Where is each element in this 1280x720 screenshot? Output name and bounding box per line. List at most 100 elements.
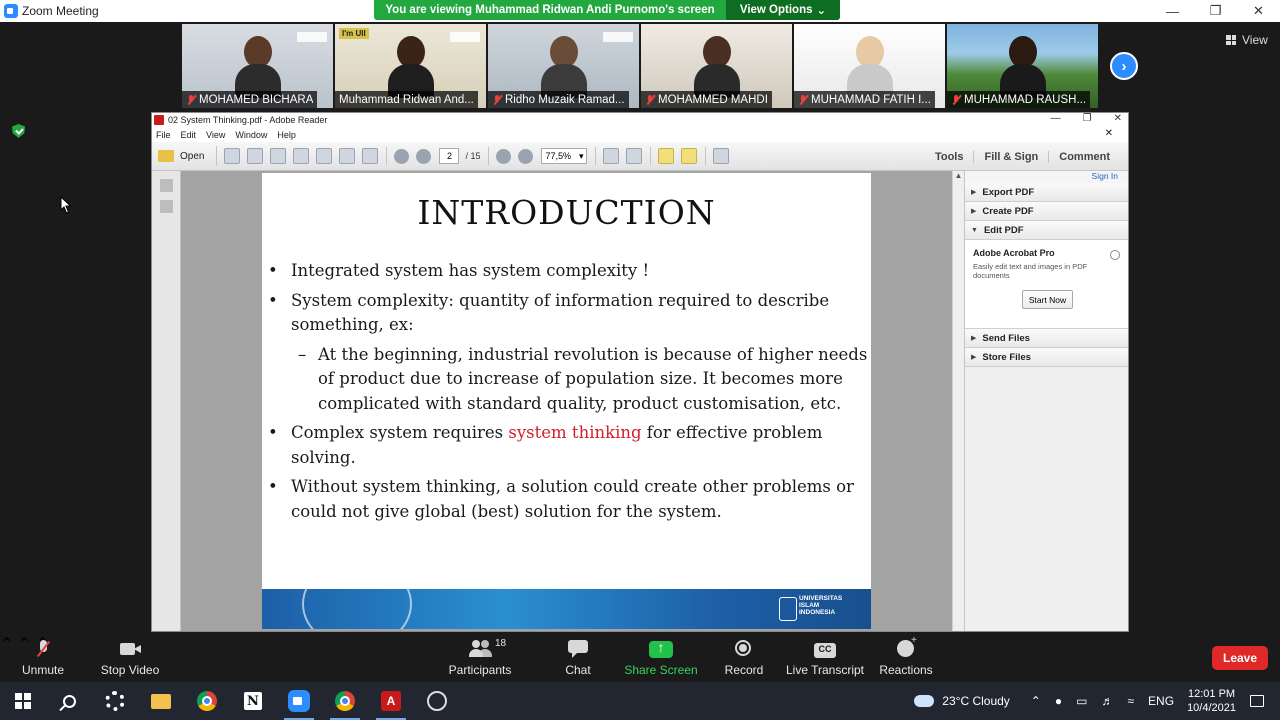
- taskbar-settings[interactable]: [92, 682, 138, 720]
- acrobat-pro-title: Adobe Acrobat Pro: [973, 248, 1055, 258]
- menu-window[interactable]: Window: [235, 130, 267, 140]
- reactions-button[interactable]: Reactions: [878, 634, 934, 682]
- edit-icon[interactable]: [270, 148, 287, 164]
- document-viewport[interactable]: INTRODUCTION Integrated system has syste…: [181, 171, 955, 631]
- save-icon[interactable]: [316, 148, 333, 164]
- start-now-button[interactable]: Start Now: [1022, 290, 1073, 309]
- email-icon[interactable]: [362, 148, 379, 164]
- participant-tile[interactable]: MOHAMED BICHARA: [182, 24, 333, 108]
- taskbar-chrome-profile[interactable]: [322, 682, 368, 720]
- open-button[interactable]: Open: [158, 146, 218, 166]
- fit-page-icon[interactable]: [603, 148, 620, 164]
- menu-file[interactable]: File: [156, 130, 171, 140]
- unmute-button[interactable]: Unmute: [18, 634, 68, 682]
- minimize-button[interactable]: —: [1151, 0, 1194, 22]
- previous-page-icon[interactable]: [394, 148, 410, 164]
- audio-options-caret-icon[interactable]: ⌃: [0, 636, 13, 653]
- vertical-scrollbar[interactable]: ▲: [952, 171, 964, 631]
- reader-minimize-button[interactable]: —: [1051, 113, 1061, 124]
- folder-icon: [151, 693, 171, 709]
- participant-name: MOHAMMED MAHDI: [658, 93, 768, 106]
- cloud-upload-icon[interactable]: [293, 148, 310, 164]
- attachments-icon[interactable]: [159, 200, 173, 213]
- participant-tile-active-speaker[interactable]: I'm UII Muhammad Ridwan And...: [335, 24, 486, 108]
- taskbar-file-explorer[interactable]: [138, 682, 184, 720]
- sticky-note-icon[interactable]: [658, 148, 675, 164]
- zoom-out-icon[interactable]: [496, 148, 512, 164]
- view-button[interactable]: View: [1226, 33, 1268, 47]
- expand-arrow-icon: ▶: [971, 189, 977, 196]
- wifi-icon[interactable]: ≈: [1127, 694, 1134, 708]
- share-banner-text: You are viewing Muhammad Ridwan Andi Pur…: [385, 4, 715, 16]
- close-button[interactable]: ✕: [1237, 0, 1280, 22]
- fullscreen-icon[interactable]: [713, 148, 730, 164]
- chevron-up-icon[interactable]: ⌃: [1031, 694, 1041, 708]
- menu-view[interactable]: View: [206, 130, 225, 140]
- view-options-button[interactable]: View Options ⌄: [726, 0, 840, 20]
- zoom-in-icon[interactable]: [518, 148, 534, 164]
- next-page-icon[interactable]: [416, 148, 432, 164]
- participant-tile[interactable]: Ridho Muzaik Ramad...: [488, 24, 639, 108]
- page-thumbnails-icon[interactable]: [159, 179, 173, 192]
- start-button[interactable]: [0, 682, 46, 720]
- participant-tile[interactable]: MOHAMMED MAHDI: [641, 24, 792, 108]
- notification-icon[interactable]: [1250, 695, 1264, 707]
- language-indicator[interactable]: ENG: [1148, 694, 1174, 708]
- edit-pdf-item[interactable]: ▼ Edit PDF: [965, 221, 1128, 240]
- fit-width-icon[interactable]: [626, 148, 643, 164]
- participant-tile[interactable]: MUHAMMAD FATIH I...: [794, 24, 945, 108]
- participant-name: Ridho Muzaik Ramad...: [505, 93, 625, 106]
- create-pdf-item[interactable]: ▶ Create PDF: [965, 202, 1128, 221]
- microphone-icon[interactable]: ●: [1055, 694, 1062, 708]
- scroll-up-icon[interactable]: ▲: [953, 171, 964, 180]
- page-number-input[interactable]: 2: [439, 148, 460, 164]
- taskbar-zoom[interactable]: [276, 682, 322, 720]
- reader-restore-button[interactable]: ❐: [1083, 113, 1092, 124]
- encryption-shield-icon[interactable]: [12, 124, 25, 138]
- speaker-icon[interactable]: ♬: [1101, 694, 1113, 708]
- highlight-icon[interactable]: [681, 148, 698, 164]
- menu-edit[interactable]: Edit: [181, 130, 197, 140]
- fill-sign-button[interactable]: Fill & Sign: [973, 150, 1048, 163]
- share-screen-button[interactable]: Share Screen: [624, 634, 697, 682]
- sign-in-link[interactable]: Sign In: [965, 171, 1128, 183]
- create-pdf-icon[interactable]: [224, 148, 241, 164]
- menu-help[interactable]: Help: [277, 130, 296, 140]
- zoom-level-select[interactable]: 77,5% ▾: [541, 148, 588, 164]
- reader-window-controls: — ❐ ✕: [1051, 113, 1122, 124]
- weather-text[interactable]: 23°C Cloudy: [942, 694, 1010, 708]
- pane-item-label: Create PDF: [982, 205, 1034, 217]
- taskbar-app[interactable]: [414, 682, 460, 720]
- reader-close-button[interactable]: ✕: [1114, 113, 1122, 124]
- search-button[interactable]: [46, 682, 92, 720]
- clock[interactable]: 12:01 PM 10/4/2021: [1187, 687, 1236, 715]
- live-transcript-button[interactable]: Live Transcript: [786, 634, 864, 682]
- taskbar-chrome[interactable]: [184, 682, 230, 720]
- toolbar-separator: [650, 147, 652, 165]
- comment-button[interactable]: Comment: [1048, 150, 1120, 163]
- slide-title: INTRODUCTION: [417, 193, 716, 232]
- taskbar-adobe-reader[interactable]: A: [368, 682, 414, 720]
- combine-files-icon[interactable]: [247, 148, 264, 164]
- record-button[interactable]: Record: [722, 634, 766, 682]
- document-close-icon[interactable]: ✕: [1105, 128, 1113, 139]
- store-files-item[interactable]: ▶ Store Files: [965, 348, 1128, 367]
- participant-tile[interactable]: MUHAMMAD RAUSH...: [947, 24, 1098, 108]
- export-pdf-item[interactable]: ▶ Export PDF: [965, 183, 1128, 202]
- leave-meeting-button[interactable]: Leave: [1212, 646, 1268, 670]
- next-participants-arrow-icon[interactable]: ›: [1110, 52, 1138, 80]
- tools-button[interactable]: Tools: [925, 151, 974, 163]
- participant-nameplate: Ridho Muzaik Ramad...: [488, 91, 629, 108]
- chrome-icon: [197, 691, 217, 711]
- windows-logo-icon: [15, 693, 31, 709]
- battery-icon[interactable]: ▭: [1076, 694, 1087, 708]
- taskbar-notion[interactable]: N: [230, 682, 276, 720]
- restore-button[interactable]: ❐: [1194, 0, 1237, 22]
- participant-video: [234, 36, 281, 98]
- stop-video-button[interactable]: Stop Video: [100, 634, 160, 682]
- pane-item-label: Edit PDF: [983, 224, 1024, 236]
- send-files-item[interactable]: ▶ Send Files: [965, 329, 1128, 348]
- print-icon[interactable]: [339, 148, 356, 164]
- participants-button[interactable]: 18 Participants: [448, 634, 512, 682]
- chat-button[interactable]: Chat: [560, 634, 596, 682]
